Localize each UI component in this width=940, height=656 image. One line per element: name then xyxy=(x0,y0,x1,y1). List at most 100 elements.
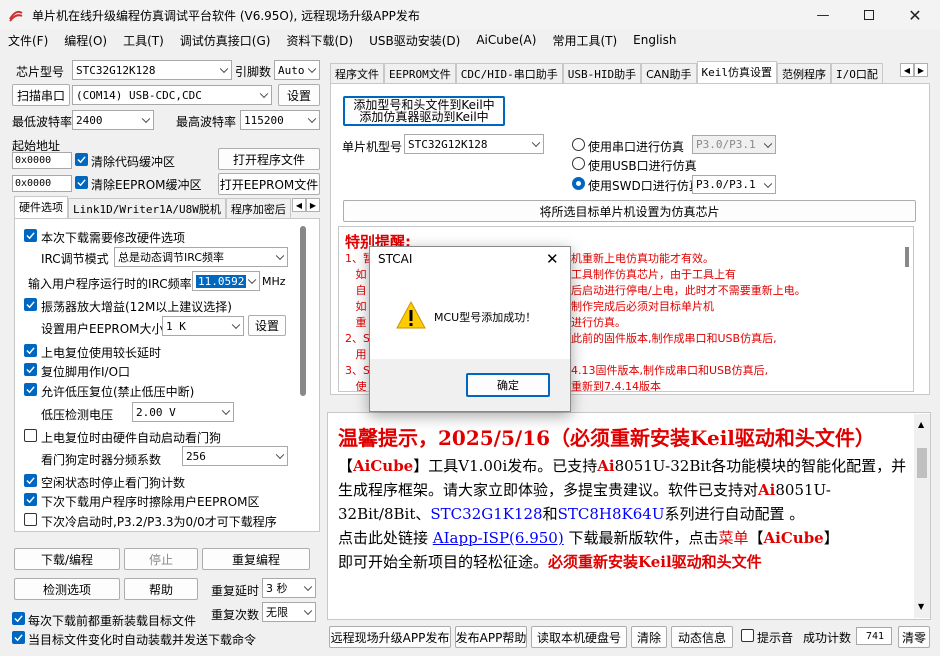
tab-scroll-left-icon[interactable]: ◀ xyxy=(292,198,306,212)
right-tab-3[interactable]: USB-HID助手 xyxy=(562,63,642,83)
menu-item-2[interactable]: 工具(T) xyxy=(115,32,172,49)
right-tab-7[interactable]: I/O口配 xyxy=(831,63,883,83)
irc-freq-label: 输入用户程序运行时的IRC频率 xyxy=(28,277,192,291)
menu-item-5[interactable]: USB驱动安装(D) xyxy=(361,32,468,49)
code-start-address-input[interactable]: 0x0000 xyxy=(12,152,72,169)
lvd-voltage-select[interactable]: 2.00 V xyxy=(132,402,234,422)
detect-options-button[interactable]: 检测选项 xyxy=(14,578,120,600)
warning-icon xyxy=(396,301,426,329)
modify-hw-options-label: 本次下载需要修改硬件选项 xyxy=(41,231,186,245)
dialog-close-icon[interactable]: ✕ xyxy=(546,250,559,268)
uart-sim-radio[interactable] xyxy=(572,138,585,151)
low-voltage-reset-checkbox[interactable] xyxy=(24,383,37,396)
erase-eeprom-checkbox[interactable] xyxy=(24,493,37,506)
reload-target-label: 每次下载前都重新装载目标文件 xyxy=(28,614,197,628)
dialog-ok-button[interactable]: 确定 xyxy=(466,373,550,397)
eeprom-size-select[interactable]: 1 K xyxy=(162,316,244,336)
auto-load-send-checkbox[interactable] xyxy=(12,631,25,644)
chip-model-select[interactable]: STC32G12K128 xyxy=(72,60,232,80)
min-baud-select[interactable]: 2400 xyxy=(72,110,154,130)
set-emulator-chip-button[interactable]: 将所选目标单片机设置为仿真芯片 xyxy=(343,200,916,222)
reset-pin-io-checkbox[interactable] xyxy=(24,363,37,376)
hardware-options-scrollbar[interactable] xyxy=(300,226,306,396)
clear-code-buffer-label: 清除代码缓冲区 xyxy=(91,155,176,169)
close-icon[interactable]: ✕ xyxy=(892,0,938,30)
menu-bar: 文件(F) 编程(O) 工具(T) 调试仿真接口(G) 资料下载(D) USB驱动安装(D… xyxy=(0,30,940,50)
tab-hardware-options[interactable]: 硬件选项 xyxy=(14,196,68,218)
wdt-prescaler-select[interactable]: 256 xyxy=(182,446,288,466)
open-program-file-button[interactable]: 打开程序文件 xyxy=(218,148,320,170)
tab-link1d[interactable]: Link1D/Writer1A/U8W脱机 xyxy=(68,198,226,218)
irc-mode-select[interactable]: 总是动态调节IRC频率 xyxy=(114,247,288,267)
menu-item-1[interactable]: 编程(O) xyxy=(56,32,115,49)
modify-hw-options-checkbox[interactable] xyxy=(24,229,37,242)
usb-sim-radio[interactable] xyxy=(572,157,585,170)
window-title: 单片机在线升级编程仿真调试平台软件 (V6.95O), 远程现场升级APP发布 xyxy=(32,9,420,23)
reset-count-button[interactable]: 清零 xyxy=(898,626,930,648)
dialog-title: STCAI xyxy=(378,252,413,266)
eeprom-size-settings-button[interactable]: 设置 xyxy=(248,315,286,336)
remote-upgrade-button[interactable]: 远程现场升级APP发布 xyxy=(329,626,451,648)
beep-label: 提示音 xyxy=(757,631,794,645)
right-tab-6[interactable]: 范例程序 xyxy=(777,63,832,83)
pin-count-label: 引脚数 xyxy=(235,65,272,79)
serial-port-select[interactable]: (COM14) USB-CDC,CDC xyxy=(72,85,272,105)
menu-item-0[interactable]: 文件(F) xyxy=(0,32,56,49)
open-eeprom-file-button[interactable]: 打开EEPROM文件 xyxy=(218,173,320,195)
menu-item-7[interactable]: 常用工具(T) xyxy=(544,32,625,49)
minimize-icon[interactable]: — xyxy=(800,0,846,30)
right-tab-scroll-right-icon[interactable]: ▶ xyxy=(914,63,928,77)
aiapp-isp-link[interactable]: AIapp-ISP(6.950) xyxy=(433,529,564,547)
irc-freq-input[interactable]: 11.0592 xyxy=(192,271,260,291)
long-reset-delay-checkbox[interactable] xyxy=(24,344,37,357)
clear-log-button[interactable]: 清除 xyxy=(631,626,667,648)
mcu-model-select[interactable]: STC32G12K128 xyxy=(404,134,544,154)
publish-app-help-button[interactable]: 发布APP帮助 xyxy=(455,626,527,648)
announcement-scrollbar[interactable]: ▲ ▼ xyxy=(914,414,930,618)
eeprom-size-label: 设置用户EEPROM大小 xyxy=(41,322,164,336)
reset-pin-io-label: 复位脚用作I/O口 xyxy=(41,365,131,379)
chip-model-label: 芯片型号 xyxy=(16,65,65,79)
reload-target-checkbox[interactable] xyxy=(12,612,25,625)
right-tab-5[interactable]: Keil仿真设置 xyxy=(696,61,778,83)
swd-sim-port-select[interactable]: P3.0/P3.1 xyxy=(692,175,776,194)
announcement-title: 温馨提示，2025/5/16（必须重新安装Keil驱动和头文件） xyxy=(338,426,875,450)
tab-scroll-right-icon[interactable]: ▶ xyxy=(306,198,320,212)
lvd-voltage-label: 低压检测电压 xyxy=(41,408,114,422)
pin-count-select[interactable]: Auto xyxy=(274,60,320,80)
read-disk-id-button[interactable]: 读取本机硬盘号 xyxy=(531,626,627,648)
add-to-keil-button[interactable]: 添加型号和头文件到Keil中 添加仿真器驱动到Keil中 xyxy=(343,96,505,126)
menu-item-4[interactable]: 资料下载(D) xyxy=(278,32,361,49)
eeprom-start-address-input[interactable]: 0x0000 xyxy=(12,175,72,192)
right-tab-scroll-left-icon[interactable]: ◀ xyxy=(900,63,914,77)
maximize-icon[interactable] xyxy=(846,0,892,30)
scan-port-button[interactable]: 扫描串口 xyxy=(12,84,70,106)
repeat-count-select[interactable]: 无限 xyxy=(262,602,316,622)
port-settings-button[interactable]: 设置 xyxy=(278,84,320,106)
right-tab-2[interactable]: CDC/HID-串口助手 xyxy=(455,63,563,83)
menu-item-6[interactable]: AiCube(A) xyxy=(468,33,544,47)
menu-item-3[interactable]: 调试仿真接口(G) xyxy=(172,32,279,49)
repeat-delay-select[interactable]: 3 秒 xyxy=(262,578,316,598)
repeat-program-button[interactable]: 重复编程 xyxy=(202,548,310,570)
max-baud-select[interactable]: 115200 xyxy=(240,110,320,130)
right-tab-4[interactable]: CAN助手 xyxy=(641,63,697,83)
clear-code-buffer-checkbox[interactable] xyxy=(75,153,88,166)
notice-scrollbar[interactable] xyxy=(905,247,909,267)
stop-button[interactable]: 停止 xyxy=(124,548,198,570)
clear-eeprom-buffer-checkbox[interactable] xyxy=(75,176,88,189)
help-button[interactable]: 帮助 xyxy=(124,578,198,600)
tab-encryption[interactable]: 程序加密后 xyxy=(225,198,291,218)
swd-sim-radio[interactable] xyxy=(572,177,585,190)
right-tab-0[interactable]: 程序文件 xyxy=(330,63,384,83)
cold-boot-p32-checkbox[interactable] xyxy=(24,513,37,526)
dynamic-info-button[interactable]: 动态信息 xyxy=(671,626,733,648)
menu-item-8[interactable]: English xyxy=(625,33,684,47)
right-tab-1[interactable]: EEPROM文件 xyxy=(384,63,456,83)
auto-watchdog-checkbox[interactable] xyxy=(24,429,37,442)
oscillator-gain-checkbox[interactable] xyxy=(24,298,37,311)
beep-checkbox[interactable] xyxy=(741,629,754,642)
download-program-button[interactable]: 下载/编程 xyxy=(14,548,120,570)
idle-stop-wdt-checkbox[interactable] xyxy=(24,474,37,487)
uart-sim-port-select[interactable]: P3.0/P3.1 xyxy=(692,135,776,154)
